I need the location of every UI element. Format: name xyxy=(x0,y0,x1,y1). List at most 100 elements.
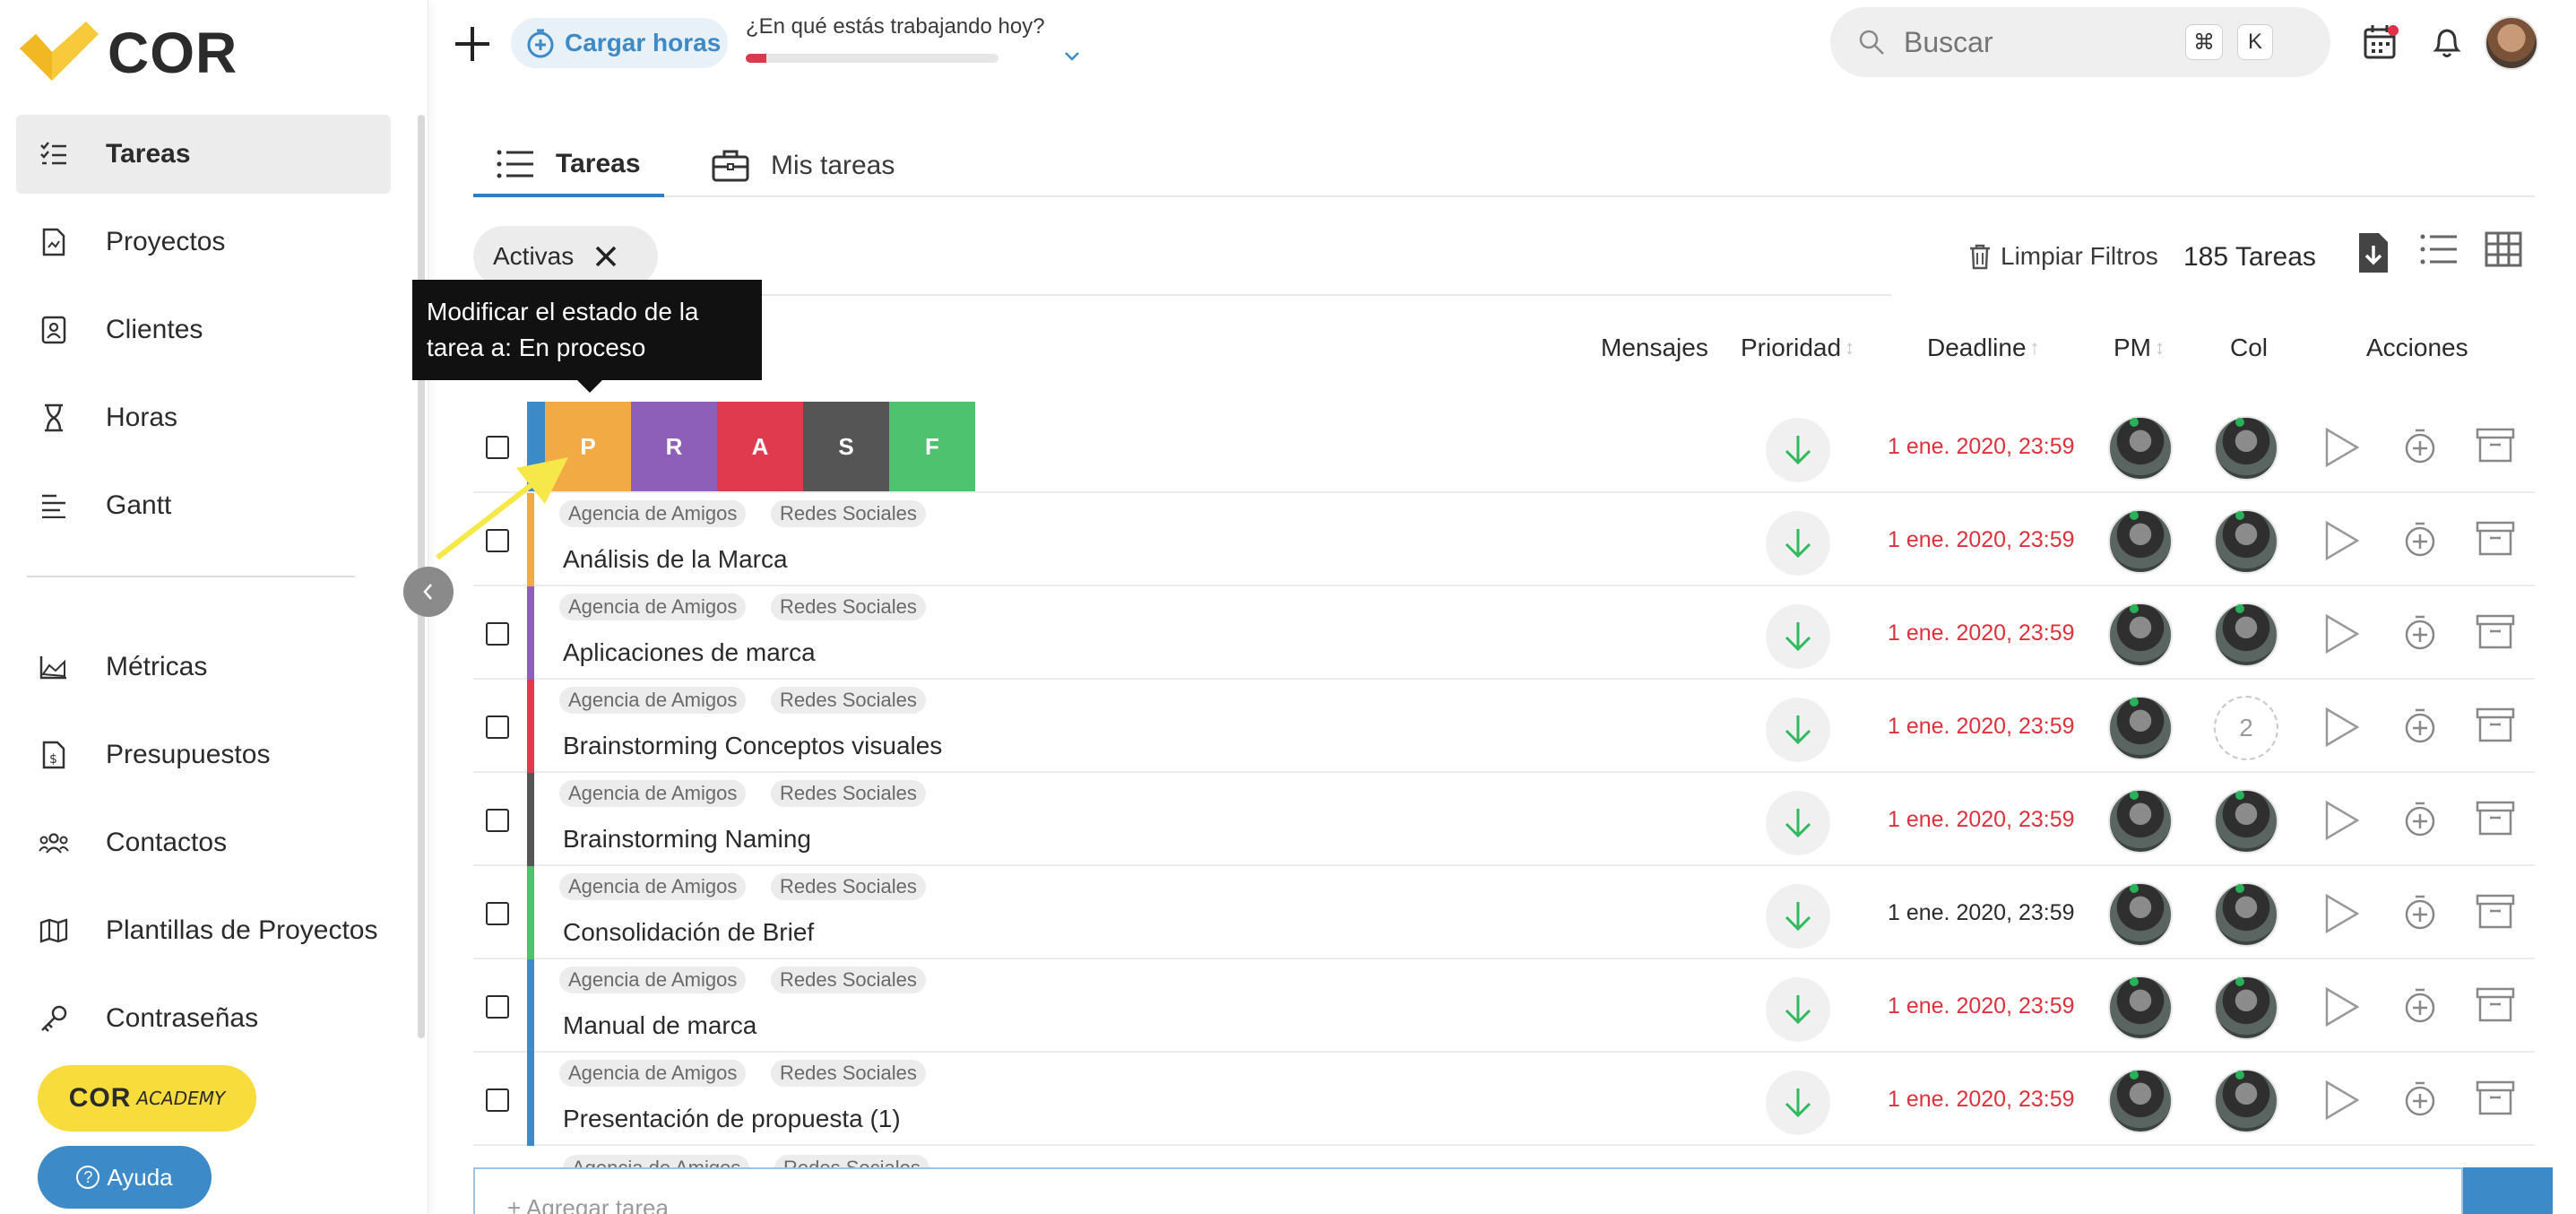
search-input[interactable] xyxy=(1904,25,2173,59)
client-tag[interactable]: Agencia de Amigos xyxy=(559,1060,747,1087)
sidebar-item-presupuestos[interactable]: $ Presupuestos xyxy=(16,715,391,794)
deadline-date[interactable]: 1 ene. 2020, 23:59 xyxy=(1888,993,2075,1019)
play-icon[interactable] xyxy=(2321,986,2361,1028)
collaborator-avatar[interactable] xyxy=(2214,976,2278,1040)
close-icon[interactable] xyxy=(593,244,618,269)
cor-academy-button[interactable]: COR ACADEMY xyxy=(38,1065,256,1132)
pm-avatar[interactable] xyxy=(2108,509,2173,574)
task-name[interactable]: Presentación de propuesta (1) xyxy=(563,1105,901,1133)
sidebar-item-contrasenas[interactable]: Contraseñas xyxy=(16,979,391,1058)
user-avatar[interactable] xyxy=(2485,16,2538,70)
play-icon[interactable] xyxy=(2321,520,2361,561)
task-name[interactable]: Análisis de la Marca xyxy=(563,545,788,574)
status-option-a[interactable]: A xyxy=(717,402,803,491)
play-icon[interactable] xyxy=(2321,613,2361,655)
row-checkbox[interactable] xyxy=(486,1088,509,1112)
pm-avatar[interactable] xyxy=(2108,976,2173,1040)
archive-icon[interactable] xyxy=(2476,520,2515,556)
priority-low-button[interactable] xyxy=(1766,511,1830,576)
client-tag[interactable]: Agencia de Amigos xyxy=(563,1155,750,1167)
play-icon[interactable] xyxy=(2321,893,2361,934)
collaborator-avatar[interactable] xyxy=(2214,416,2278,481)
confirm-button[interactable] xyxy=(2463,1167,2553,1214)
deadline-date[interactable]: 1 ene. 2020, 23:59 xyxy=(1888,620,2075,646)
collaborator-avatar[interactable] xyxy=(2214,1069,2278,1133)
table-row[interactable]: Agencia de Amigos Redes Sociales Análisi… xyxy=(473,493,2535,586)
status-option-s[interactable]: S xyxy=(803,402,889,491)
deadline-date[interactable]: 1 ene. 2020, 23:59 xyxy=(1888,434,2075,460)
sidebar-item-proyectos[interactable]: Proyectos xyxy=(16,203,391,282)
archive-icon[interactable] xyxy=(2476,613,2515,649)
help-button[interactable]: ? Ayuda xyxy=(38,1146,212,1209)
row-checkbox[interactable] xyxy=(486,622,509,646)
pm-avatar[interactable] xyxy=(2108,696,2173,760)
collaborator-avatar[interactable] xyxy=(2214,882,2278,947)
grid-view-icon[interactable] xyxy=(2485,231,2522,267)
collaborator-count[interactable]: 2 xyxy=(2214,696,2278,760)
priority-low-button[interactable] xyxy=(1766,698,1830,762)
sidebar-item-metricas[interactable]: Métricas xyxy=(16,628,391,707)
deadline-date[interactable]: 1 ene. 2020, 23:59 xyxy=(1888,1087,2075,1113)
project-tag[interactable]: Redes Sociales xyxy=(774,1155,929,1167)
list-view-icon[interactable] xyxy=(2420,231,2458,267)
sidebar-item-plantillas[interactable]: Plantillas de Proyectos xyxy=(16,891,391,970)
status-option-r[interactable]: R xyxy=(631,402,717,491)
pm-avatar[interactable] xyxy=(2108,1069,2173,1133)
status-bar[interactable] xyxy=(527,866,534,959)
deadline-date[interactable]: 1 ene. 2020, 23:59 xyxy=(1888,527,2075,553)
table-row[interactable]: Agencia de Amigos Redes Sociales Brainst… xyxy=(473,773,2535,866)
status-bar[interactable] xyxy=(527,959,534,1053)
sidebar-item-gantt[interactable]: Gantt xyxy=(16,466,391,545)
table-row[interactable]: Agencia de Amigos Redes Sociales Aplicac… xyxy=(473,586,2535,680)
collaborator-avatar[interactable] xyxy=(2214,789,2278,854)
add-task-input[interactable]: + Agregar tarea xyxy=(473,1167,2463,1214)
project-tag[interactable]: Redes Sociales xyxy=(771,500,926,527)
tab-mis-tareas[interactable]: Mis tareas xyxy=(688,134,918,197)
pm-avatar[interactable] xyxy=(2108,882,2173,947)
play-icon[interactable] xyxy=(2321,427,2361,468)
column-pm[interactable]: PM ↕ xyxy=(2114,334,2165,362)
sidebar-item-tareas[interactable]: Tareas xyxy=(16,115,391,194)
client-tag[interactable]: Agencia de Amigos xyxy=(559,500,747,527)
play-icon[interactable] xyxy=(2321,1080,2361,1121)
row-checkbox[interactable] xyxy=(486,995,509,1019)
timer-plus-icon[interactable] xyxy=(2402,893,2438,932)
filter-chip-activas[interactable]: Activas xyxy=(473,226,658,287)
project-tag[interactable]: Redes Sociales xyxy=(771,780,926,807)
bell-icon[interactable] xyxy=(2431,23,2463,61)
pm-avatar[interactable] xyxy=(2108,416,2173,481)
chevron-down-icon[interactable] xyxy=(1063,50,1081,63)
row-checkbox[interactable] xyxy=(486,902,509,925)
task-name[interactable]: Brainstorming Conceptos visuales xyxy=(563,732,942,760)
archive-icon[interactable] xyxy=(2476,427,2515,463)
archive-icon[interactable] xyxy=(2476,893,2515,929)
sidebar-item-clientes[interactable]: Clientes xyxy=(16,290,391,369)
task-name[interactable]: Manual de marca xyxy=(563,1011,756,1040)
plus-icon[interactable] xyxy=(452,23,493,65)
row-checkbox[interactable] xyxy=(486,715,509,739)
table-row[interactable]: Agencia de Amigos Redes Sociales Consoli… xyxy=(473,866,2535,959)
timer-plus-icon[interactable] xyxy=(2402,986,2438,1026)
project-tag[interactable]: Redes Sociales xyxy=(771,594,926,620)
download-icon[interactable] xyxy=(2357,231,2390,274)
column-mensajes[interactable]: Mensajes xyxy=(1601,334,1708,362)
status-bar[interactable] xyxy=(527,586,534,680)
priority-low-button[interactable] xyxy=(1766,884,1830,949)
table-row[interactable]: Agencia de Amigos Redes Sociales Present… xyxy=(473,1053,2535,1146)
column-deadline[interactable]: Deadline ↑ xyxy=(1927,334,2040,362)
client-tag[interactable]: Agencia de Amigos xyxy=(559,594,747,620)
timer-plus-icon[interactable] xyxy=(2402,427,2438,466)
deadline-date[interactable]: 1 ene. 2020, 23:59 xyxy=(1888,714,2075,740)
archive-icon[interactable] xyxy=(2476,800,2515,836)
pm-avatar[interactable] xyxy=(2108,789,2173,854)
archive-icon[interactable] xyxy=(2476,986,2515,1022)
column-col[interactable]: Col xyxy=(2230,334,2268,362)
task-name[interactable]: Consolidación de Brief xyxy=(563,918,814,947)
cargar-horas-button[interactable]: Cargar horas xyxy=(511,18,728,68)
archive-icon[interactable] xyxy=(2476,707,2515,742)
timer-plus-icon[interactable] xyxy=(2402,613,2438,653)
client-tag[interactable]: Agencia de Amigos xyxy=(559,873,747,900)
task-name[interactable]: Brainstorming Naming xyxy=(563,825,811,854)
row-checkbox[interactable] xyxy=(486,809,509,832)
priority-low-button[interactable] xyxy=(1766,977,1830,1042)
